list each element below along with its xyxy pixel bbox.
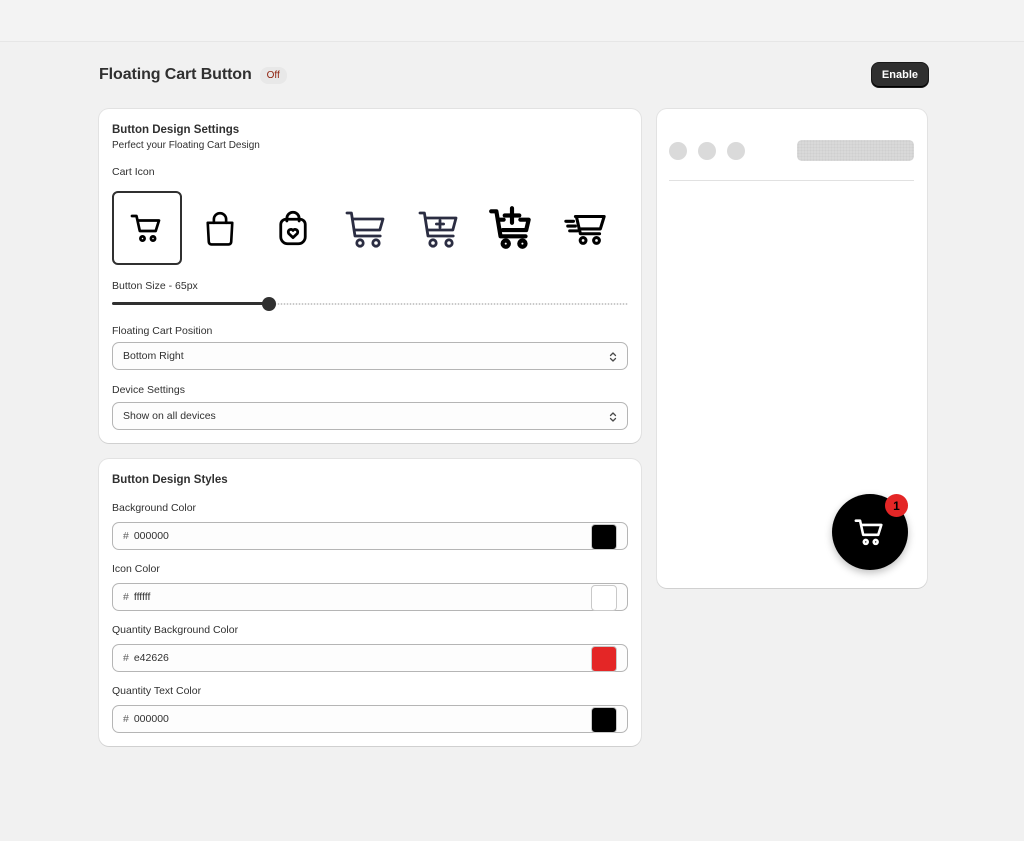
icon-option-fast-cart[interactable] [550, 191, 620, 265]
card-title: Button Design Settings [112, 124, 240, 136]
position-select-value: Bottom Right [123, 350, 184, 362]
background-color-value: 000000 [133, 530, 169, 542]
background-color-label: Background Color [112, 502, 197, 514]
status-badge: Off [259, 66, 287, 84]
background-color-field[interactable]: # 000000 [112, 522, 628, 550]
quantity-bg-color-field[interactable]: # e42626 [112, 644, 628, 672]
device-select-value: Show on all devices [123, 410, 216, 422]
button-size-slider[interactable] [112, 296, 628, 312]
window-controls [669, 142, 745, 160]
slider-thumb[interactable] [262, 297, 277, 311]
page-header: Floating Cart Button Off Enable [99, 62, 928, 88]
cart-icon-label: Cart Icon [112, 166, 155, 178]
hash-prefix: # [123, 591, 129, 603]
icon-option-cart-outline[interactable] [331, 191, 401, 265]
icon-color-field[interactable]: # ffffff [112, 583, 628, 611]
preview-url-bar [797, 140, 914, 161]
quantity-bg-color-label: Quantity Background Color [112, 624, 239, 636]
icon-option-bag[interactable] [185, 191, 255, 265]
window-dot [698, 142, 716, 160]
chevron-updown-icon [609, 412, 617, 422]
card-subtitle: Perfect your Floating Cart Design [112, 140, 260, 151]
button-size-label: Button Size - 65px [112, 280, 198, 292]
window-dot [669, 142, 687, 160]
background-color-swatch[interactable] [591, 524, 617, 550]
quantity-text-color-label: Quantity Text Color [112, 685, 202, 697]
hash-prefix: # [123, 530, 129, 542]
top-bar [0, 0, 1024, 42]
icon-color-value: ffffff [133, 591, 151, 603]
page-title: Floating Cart Button [99, 66, 252, 83]
quantity-text-color-value: 000000 [133, 713, 169, 725]
position-label: Floating Cart Position [112, 325, 213, 337]
button-design-settings-card: Button Design Settings Perfect your Floa… [99, 109, 641, 443]
icon-color-label: Icon Color [112, 563, 160, 575]
button-design-styles-card: Button Design Styles Background Color # … [99, 459, 641, 746]
card-title: Button Design Styles [112, 474, 228, 486]
device-label: Device Settings [112, 384, 185, 396]
quantity-bg-color-swatch[interactable] [591, 646, 617, 672]
icon-color-swatch[interactable] [591, 585, 617, 611]
enable-button[interactable]: Enable [871, 63, 928, 87]
window-dot [727, 142, 745, 160]
hash-prefix: # [123, 713, 129, 725]
quantity-badge: 1 [885, 494, 908, 517]
chevron-updown-icon [609, 352, 617, 362]
cart-plus-icon [418, 211, 458, 248]
cart-icon [854, 519, 883, 546]
quantity-bg-color-value: e42626 [133, 652, 169, 664]
cart-outline-icon [345, 211, 385, 248]
cart-add-bold-icon [489, 206, 531, 249]
icon-option-cart-plus[interactable] [404, 191, 474, 265]
device-select[interactable]: Show on all devices [112, 402, 628, 430]
icon-option-cart-add-bold[interactable] [477, 191, 547, 265]
shopping-bag-icon [206, 211, 234, 246]
cart-icon-picker [112, 191, 622, 265]
icon-option-cart[interactable] [112, 191, 182, 265]
quantity-text-color-field[interactable]: # 000000 [112, 705, 628, 733]
heart-bag-icon [279, 210, 307, 246]
cart-icon [130, 214, 161, 242]
position-select[interactable]: Bottom Right [112, 342, 628, 370]
preview-divider [669, 180, 914, 181]
fast-cart-icon [564, 214, 606, 245]
slider-fill [112, 302, 270, 305]
quantity-text-color-swatch[interactable] [591, 707, 617, 733]
hash-prefix: # [123, 652, 129, 664]
icon-option-heart-bag[interactable] [258, 191, 328, 265]
